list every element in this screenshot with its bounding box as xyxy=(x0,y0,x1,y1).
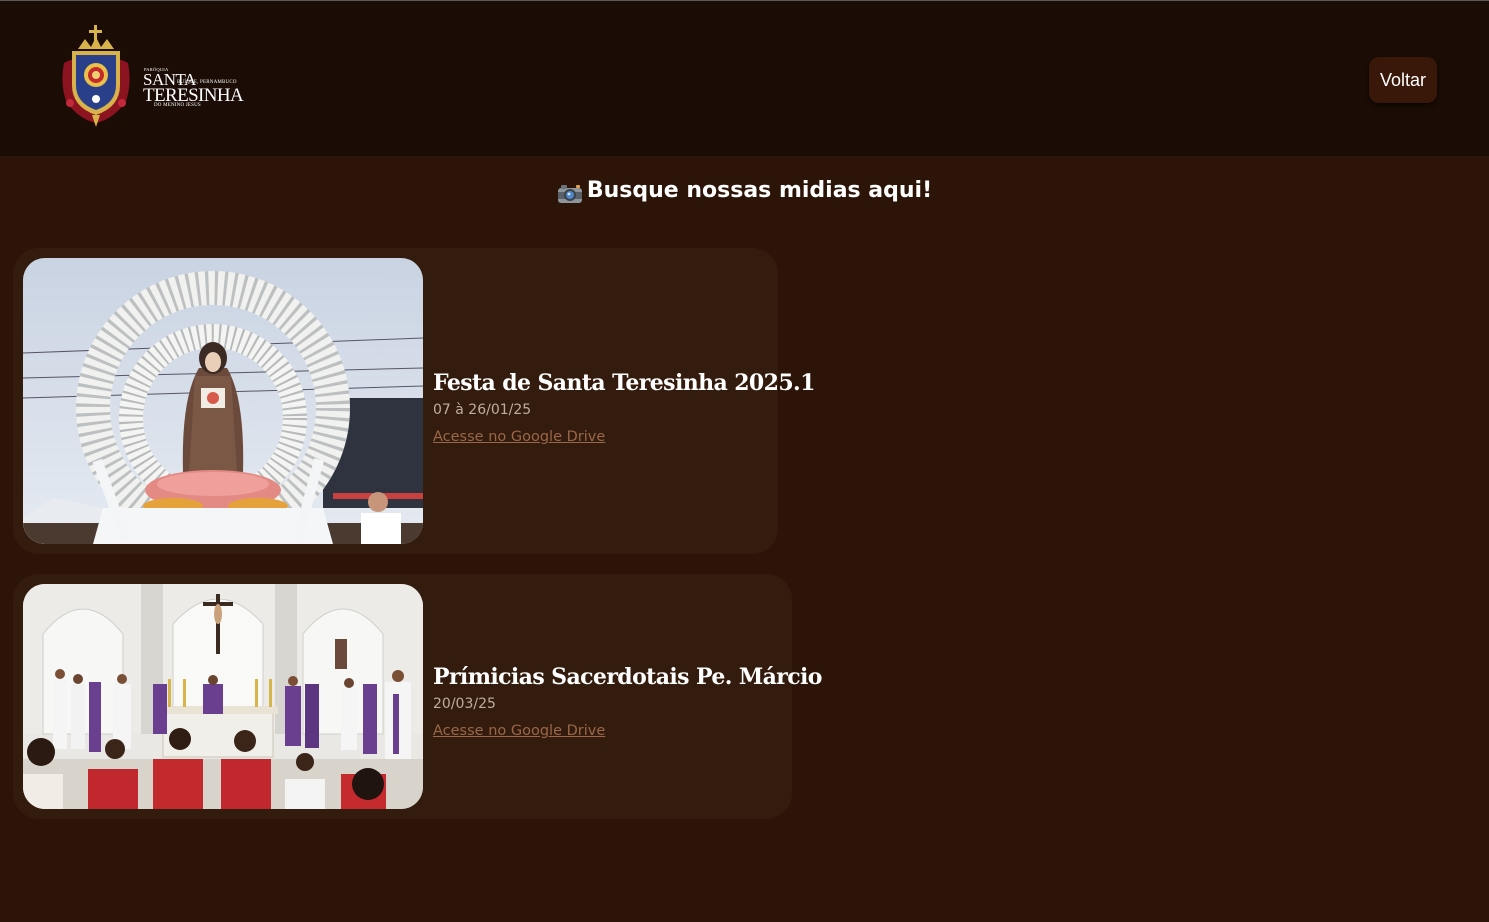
album-date: 07 à 26/01/25 xyxy=(433,402,532,418)
album-info: Festa de Santa Teresinha 2025.1 07 à 26/… xyxy=(433,370,815,445)
album-card: Prímicias Sacerdotais Pe. Márcio 20/03/2… xyxy=(13,574,822,819)
album-title: Festa de Santa Teresinha 2025.1 xyxy=(433,370,815,396)
back-button[interactable]: Voltar xyxy=(1369,57,1437,103)
parish-logo[interactable]: PARÓQUIA SANTA BUÍQUE, PERNAMBUCO TERESI… xyxy=(58,23,258,131)
album-cover-image-primicias xyxy=(23,584,423,809)
album-card: Festa de Santa Teresinha 2025.1 07 à 26/… xyxy=(13,248,815,554)
logo-text-menino-jesus: DO MENINO JESUS xyxy=(154,103,201,108)
album-cover-image-festa xyxy=(23,258,423,544)
google-drive-link[interactable]: Acesse no Google Drive xyxy=(433,723,605,739)
album-title: Prímicias Sacerdotais Pe. Márcio xyxy=(433,664,822,690)
page-title-row: Busque nossas midias aqui! xyxy=(0,178,1489,203)
camera-icon xyxy=(557,182,583,204)
page-title: Busque nossas midias aqui! xyxy=(586,178,933,203)
google-drive-link[interactable]: Acesse no Google Drive xyxy=(433,429,605,445)
parish-coat-of-arms-icon xyxy=(62,25,130,127)
site-header: PARÓQUIA SANTA BUÍQUE, PERNAMBUCO TERESI… xyxy=(0,1,1489,156)
album-info: Prímicias Sacerdotais Pe. Márcio 20/03/2… xyxy=(433,664,822,739)
album-date: 20/03/25 xyxy=(433,696,496,712)
